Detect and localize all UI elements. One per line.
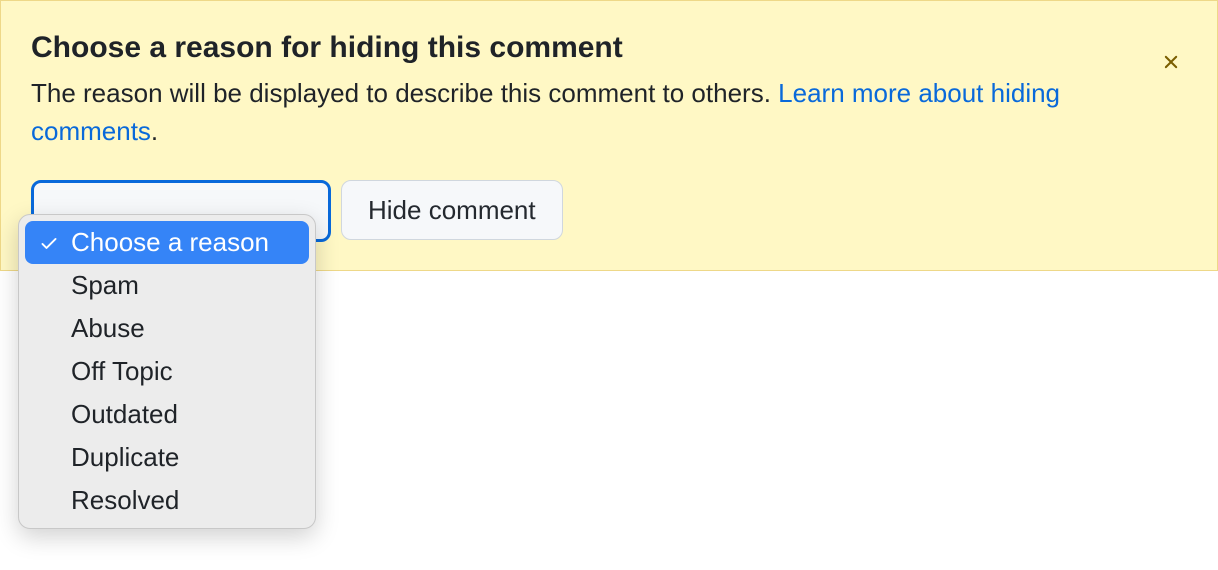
check-icon	[35, 233, 63, 253]
dropdown-option-off-topic[interactable]: Off Topic	[25, 350, 309, 393]
dropdown-option-label: Outdated	[71, 399, 299, 430]
dropdown-option-label: Choose a reason	[71, 227, 299, 258]
dropdown-option-label: Duplicate	[71, 442, 299, 473]
dropdown-option-outdated[interactable]: Outdated	[25, 393, 309, 436]
alert-description: The reason will be displayed to describe…	[31, 75, 1187, 150]
dropdown-option-label: Resolved	[71, 485, 299, 516]
dropdown-option-label: Spam	[71, 270, 299, 301]
dropdown-option-label: Abuse	[71, 313, 299, 344]
alert-title: Choose a reason for hiding this comment	[31, 31, 1187, 65]
close-icon	[1160, 51, 1182, 76]
dropdown-option-abuse[interactable]: Abuse	[25, 307, 309, 350]
alert-description-suffix: .	[151, 116, 158, 146]
close-button[interactable]	[1157, 49, 1185, 77]
hide-comment-button[interactable]: Hide comment	[341, 180, 563, 240]
dropdown-option-label: Off Topic	[71, 356, 299, 387]
alert-description-text: The reason will be displayed to describe…	[31, 78, 778, 108]
dropdown-option-duplicate[interactable]: Duplicate	[25, 436, 309, 479]
dropdown-option-spam[interactable]: Spam	[25, 264, 309, 307]
dropdown-option-placeholder[interactable]: Choose a reason	[25, 221, 309, 264]
dropdown-option-resolved[interactable]: Resolved	[25, 479, 309, 522]
reason-dropdown[interactable]: Choose a reason Spam Abuse Off Topic Out…	[18, 214, 316, 529]
